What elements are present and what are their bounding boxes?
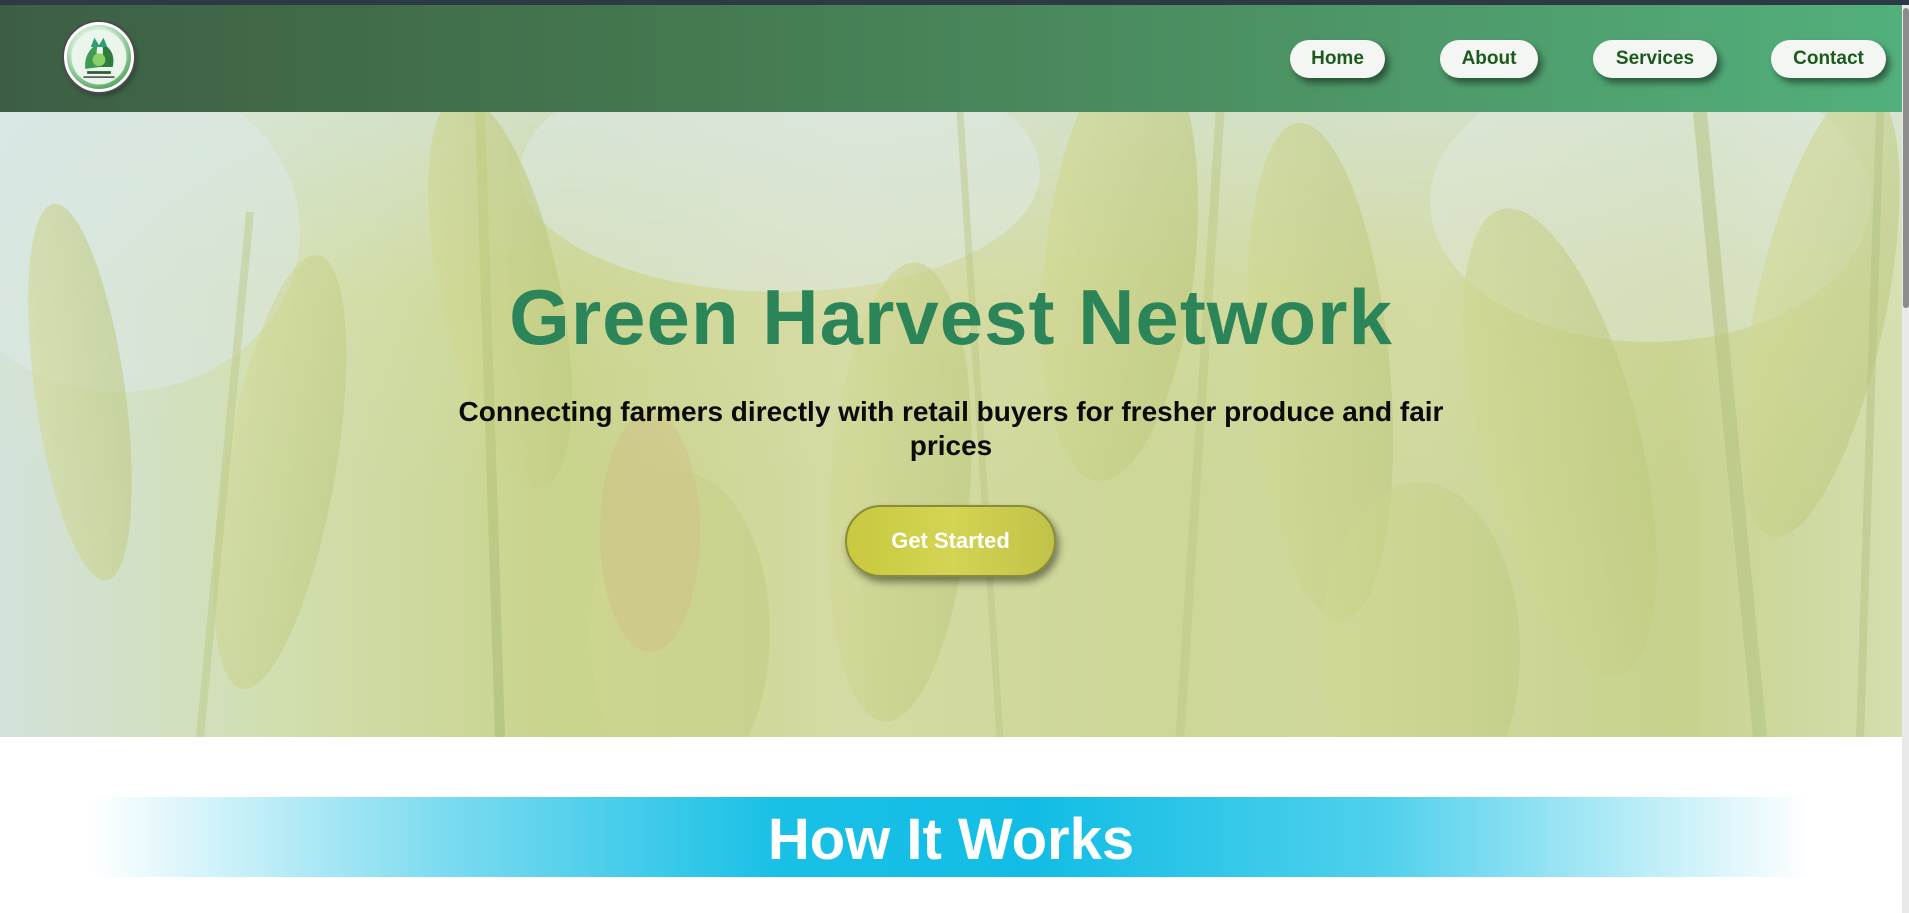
page: Home About Services Contact Green Harves… xyxy=(0,0,1909,913)
nav-contact-button[interactable]: Contact xyxy=(1771,40,1886,78)
site-header: Home About Services Contact xyxy=(0,5,1902,112)
get-started-button[interactable]: Get Started xyxy=(845,505,1056,577)
hero-title: Green Harvest Network xyxy=(509,273,1393,361)
logo-icon[interactable] xyxy=(64,22,134,92)
hero-section: Green Harvest Network Connecting farmers… xyxy=(0,112,1902,737)
nav-about-button[interactable]: About xyxy=(1440,40,1538,78)
hero-subtitle: Connecting farmers directly with retail … xyxy=(458,396,1444,461)
scrollbar-thumb[interactable] xyxy=(1903,8,1909,308)
nav-services-button[interactable]: Services xyxy=(1593,40,1717,78)
nav-home-button[interactable]: Home xyxy=(1290,40,1385,78)
how-it-works-heading: How It Works xyxy=(767,807,1135,872)
